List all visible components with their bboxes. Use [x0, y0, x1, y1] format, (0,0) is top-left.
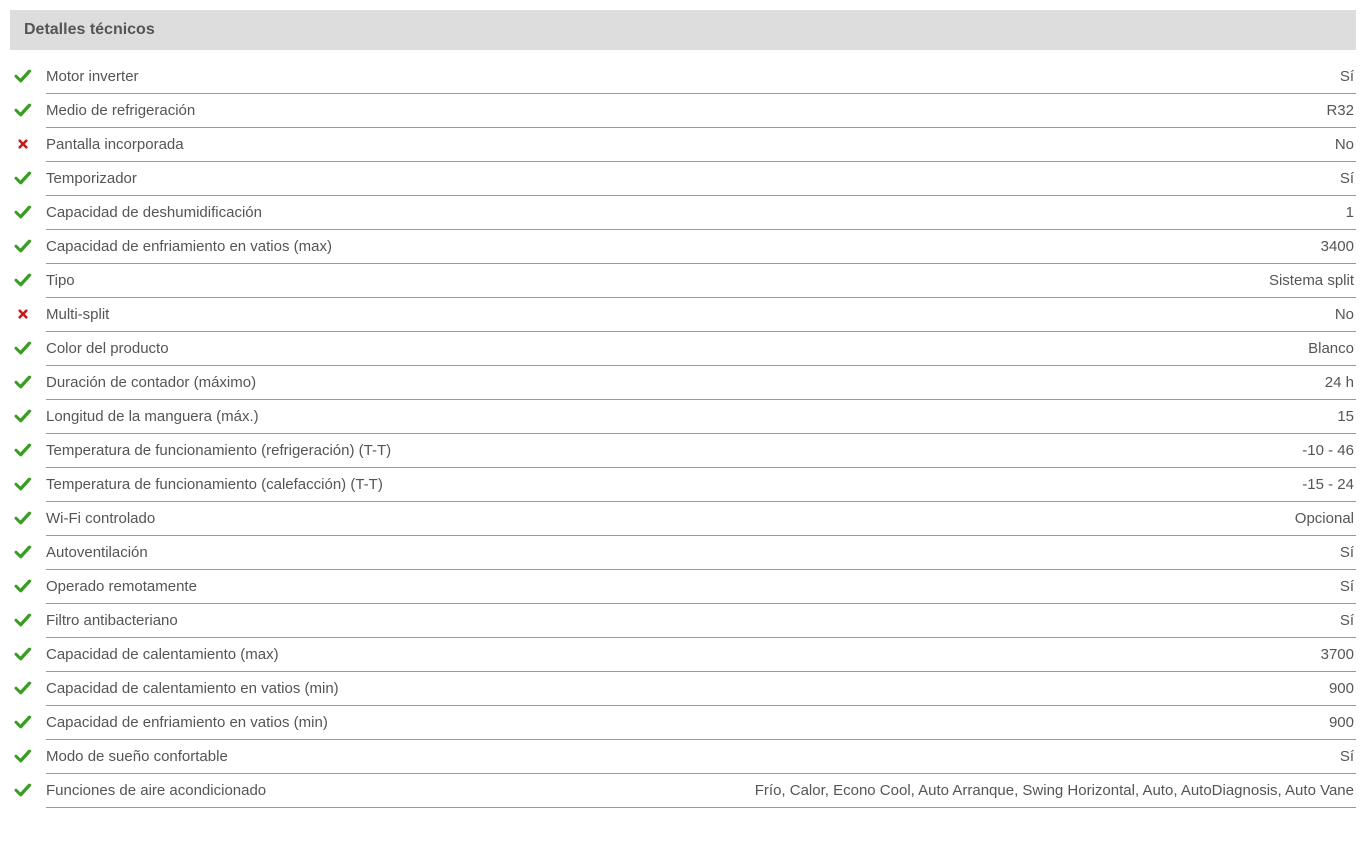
spec-value: Sí: [148, 544, 1356, 561]
spec-row: Funciones de aire acondicionadoFrío, Cal…: [46, 774, 1356, 808]
spec-label: Tipo: [46, 272, 75, 289]
section-title: Detalles técnicos: [24, 21, 155, 38]
check-icon: [12, 747, 34, 765]
spec-value: Sí: [228, 748, 1356, 765]
check-icon: [12, 543, 34, 561]
spec-row: Capacidad de enfriamiento en vatios (max…: [46, 230, 1356, 264]
spec-value: -10 - 46: [391, 442, 1356, 459]
spec-label: Capacidad de calentamiento en vatios (mi…: [46, 680, 339, 697]
spec-list: Motor inverterSíMedio de refrigeraciónR3…: [10, 50, 1356, 808]
spec-label: Temporizador: [46, 170, 137, 187]
spec-value: 900: [339, 680, 1356, 697]
spec-label: Multi-split: [46, 306, 109, 323]
spec-row: Motor inverterSí: [46, 60, 1356, 94]
spec-label: Funciones de aire acondicionado: [46, 782, 266, 799]
spec-sheet: Detalles técnicos Motor inverterSíMedio …: [10, 10, 1356, 808]
spec-row: Medio de refrigeraciónR32: [46, 94, 1356, 128]
spec-value: No: [184, 136, 1356, 153]
check-icon: [12, 679, 34, 697]
check-icon: [12, 101, 34, 119]
spec-label: Wi-Fi controlado: [46, 510, 155, 527]
spec-value: Frío, Calor, Econo Cool, Auto Arranque, …: [266, 782, 1356, 799]
check-icon: [12, 407, 34, 425]
spec-value: Sí: [139, 68, 1356, 85]
spec-value: -15 - 24: [383, 476, 1356, 493]
spec-label: Motor inverter: [46, 68, 139, 85]
spec-label: Autoventilación: [46, 544, 148, 561]
check-icon: [12, 475, 34, 493]
spec-value: 24 h: [256, 374, 1356, 391]
check-icon: [12, 373, 34, 391]
spec-row: TipoSistema split: [46, 264, 1356, 298]
spec-row: Capacidad de calentamiento (max)3700: [46, 638, 1356, 672]
spec-value: Sí: [197, 578, 1356, 595]
spec-value: Sí: [137, 170, 1356, 187]
check-icon: [12, 203, 34, 221]
spec-value: Sistema split: [75, 272, 1356, 289]
cross-icon: [12, 305, 34, 323]
spec-value: 900: [328, 714, 1356, 731]
spec-row: AutoventilaciónSí: [46, 536, 1356, 570]
spec-value: Sí: [178, 612, 1356, 629]
spec-label: Capacidad de calentamiento (max): [46, 646, 279, 663]
spec-value: R32: [195, 102, 1356, 119]
spec-label: Duración de contador (máximo): [46, 374, 256, 391]
spec-label: Filtro antibacteriano: [46, 612, 178, 629]
section-header: Detalles técnicos: [10, 10, 1356, 50]
spec-label: Temperatura de funcionamiento (calefacci…: [46, 476, 383, 493]
spec-row: Modo de sueño confortableSí: [46, 740, 1356, 774]
spec-label: Capacidad de deshumidificación: [46, 204, 262, 221]
spec-row: Operado remotamenteSí: [46, 570, 1356, 604]
spec-value: 3400: [332, 238, 1356, 255]
spec-value: 1: [262, 204, 1356, 221]
spec-row: Color del productoBlanco: [46, 332, 1356, 366]
check-icon: [12, 781, 34, 799]
spec-label: Color del producto: [46, 340, 169, 357]
spec-row: Capacidad de enfriamiento en vatios (min…: [46, 706, 1356, 740]
spec-value: Opcional: [155, 510, 1356, 527]
check-icon: [12, 577, 34, 595]
check-icon: [12, 339, 34, 357]
spec-row: Wi-Fi controladoOpcional: [46, 502, 1356, 536]
spec-label: Operado remotamente: [46, 578, 197, 595]
spec-row: TemporizadorSí: [46, 162, 1356, 196]
cross-icon: [12, 135, 34, 153]
check-icon: [12, 509, 34, 527]
spec-row: Temperatura de funcionamiento (refrigera…: [46, 434, 1356, 468]
spec-value: 3700: [279, 646, 1356, 663]
check-icon: [12, 67, 34, 85]
check-icon: [12, 713, 34, 731]
spec-row: Pantalla incorporadaNo: [46, 128, 1356, 162]
spec-row: Multi-splitNo: [46, 298, 1356, 332]
spec-label: Modo de sueño confortable: [46, 748, 228, 765]
spec-row: Capacidad de deshumidificación1: [46, 196, 1356, 230]
spec-label: Pantalla incorporada: [46, 136, 184, 153]
spec-row: Longitud de la manguera (máx.)15: [46, 400, 1356, 434]
spec-label: Capacidad de enfriamiento en vatios (min…: [46, 714, 328, 731]
spec-label: Temperatura de funcionamiento (refrigera…: [46, 442, 391, 459]
spec-label: Capacidad de enfriamiento en vatios (max…: [46, 238, 332, 255]
check-icon: [12, 611, 34, 629]
spec-label: Longitud de la manguera (máx.): [46, 408, 259, 425]
spec-value: Blanco: [169, 340, 1356, 357]
spec-row: Temperatura de funcionamiento (calefacci…: [46, 468, 1356, 502]
check-icon: [12, 237, 34, 255]
spec-row: Capacidad de calentamiento en vatios (mi…: [46, 672, 1356, 706]
check-icon: [12, 645, 34, 663]
check-icon: [12, 441, 34, 459]
spec-row: Filtro antibacterianoSí: [46, 604, 1356, 638]
spec-row: Duración de contador (máximo)24 h: [46, 366, 1356, 400]
spec-value: 15: [259, 408, 1356, 425]
check-icon: [12, 271, 34, 289]
spec-label: Medio de refrigeración: [46, 102, 195, 119]
spec-value: No: [109, 306, 1356, 323]
check-icon: [12, 169, 34, 187]
